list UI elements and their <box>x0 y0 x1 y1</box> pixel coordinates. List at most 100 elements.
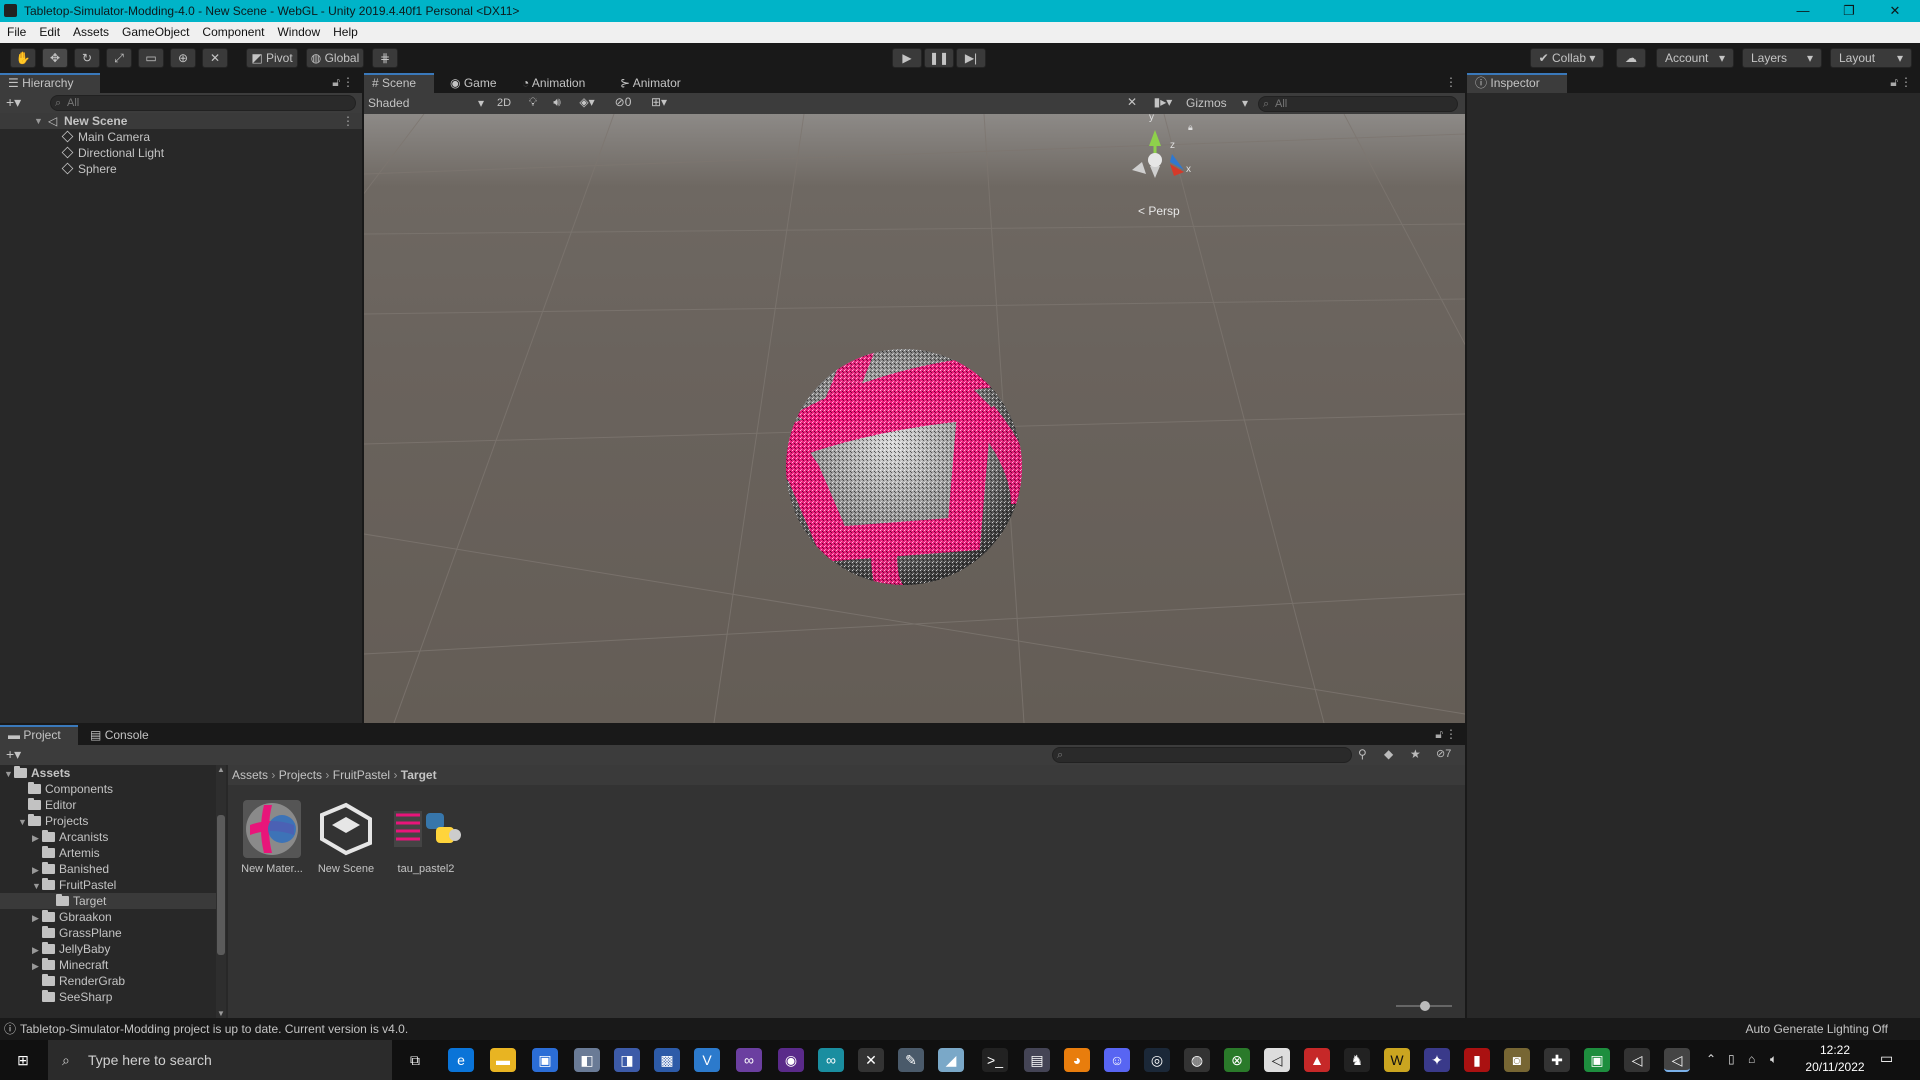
scene-root-item[interactable]: ▼ ◁ New Scene ⋮ <box>0 113 362 129</box>
rect-tool-icon[interactable]: ▭ <box>138 48 164 68</box>
hierarchy-search-input[interactable]: ⌕ All <box>50 95 356 111</box>
global-toggle[interactable]: ◍ Global <box>306 48 364 68</box>
unity-editor-active-icon[interactable]: ◁ <box>1664 1048 1690 1072</box>
shading-mode-dropdown[interactable]: Shaded ▾ <box>368 95 488 111</box>
tab-game[interactable]: ◉ Game <box>442 73 508 93</box>
hierarchy-item[interactable]: Sphere <box>61 161 117 177</box>
expand-arrow-icon[interactable]: ▶ <box>32 830 42 846</box>
github-icon[interactable]: ◉ <box>778 1048 804 1072</box>
tree-item-editor[interactable]: Editor <box>0 797 216 813</box>
scroll-up-arrow-icon[interactable]: ▲ <box>217 765 225 774</box>
asset-scene-thumbnail[interactable] <box>316 799 376 859</box>
expand-arrow-icon[interactable]: ▼ <box>32 878 42 894</box>
transform-tool-icon[interactable]: ⊕ <box>170 48 196 68</box>
tree-item-banished[interactable]: ▶ Banished <box>0 861 216 877</box>
expand-arrow-icon[interactable]: ▶ <box>32 958 42 974</box>
steam-icon[interactable]: ◎ <box>1144 1048 1170 1072</box>
file-explorer-icon[interactable]: ▬ <box>490 1048 516 1072</box>
asset-material-thumbnail[interactable] <box>242 799 302 859</box>
audio-toggle-icon[interactable]: 🔊︎ <box>548 95 566 110</box>
scale-tool-icon[interactable]: ⤢ <box>106 48 132 68</box>
tab-scene[interactable]: # Scene <box>364 73 434 93</box>
minimize-button[interactable]: — <box>1780 0 1826 22</box>
expand-arrow-icon[interactable]: ▼ <box>18 814 28 830</box>
menu-window[interactable]: Window <box>270 22 326 39</box>
tab-console[interactable]: ▤ Console <box>82 725 162 745</box>
step-button[interactable]: ▶| <box>956 48 986 68</box>
filter-type-icon[interactable]: ⚲ <box>1358 747 1367 761</box>
expand-arrow-icon[interactable]: ▼ <box>4 766 14 782</box>
layers-dropdown[interactable]: Layers ▾ <box>1742 48 1822 68</box>
tab-hierarchy[interactable]: ☰ Hierarchy <box>0 73 100 93</box>
tree-item-seesharp[interactable]: SeeSharp <box>0 989 216 1005</box>
add-icon[interactable]: +▾ <box>6 94 21 111</box>
tree-item-jellybaby[interactable]: ▶ JellyBaby <box>0 941 216 957</box>
hidden-packages-toggle[interactable]: ⊘7 <box>1436 747 1451 760</box>
menu-gameobject[interactable]: GameObject <box>115 22 195 39</box>
pause-button[interactable]: ❚❚ <box>924 48 954 68</box>
tree-item-artemis[interactable]: Artemis <box>0 845 216 861</box>
app-icon[interactable]: ◙ <box>1504 1048 1530 1072</box>
store-icon[interactable]: ▣ <box>532 1048 558 1072</box>
terminal-icon[interactable]: >_ <box>982 1048 1008 1072</box>
camera-icon[interactable]: ▮▸▾ <box>1148 95 1178 109</box>
clock-time[interactable]: 12:22 <box>1800 1043 1870 1057</box>
hierarchy-item[interactable]: Directional Light <box>61 145 164 161</box>
expand-arrow-icon[interactable]: ▶ <box>32 910 42 926</box>
visual-studio-icon[interactable]: ∞ <box>736 1048 762 1072</box>
expand-arrow-icon[interactable]: ▶ <box>32 862 42 878</box>
maximize-button[interactable]: ❐ <box>1826 0 1872 22</box>
effects-toggle-icon[interactable]: ◈▾ <box>572 95 602 109</box>
asset-script-thumbnail[interactable] <box>392 799 466 859</box>
grid-snap-icon[interactable]: ⋕ <box>372 48 398 68</box>
breadcrumb-item[interactable]: Projects <box>279 768 322 782</box>
tab-animation[interactable]: ◔ Animation <box>514 73 604 93</box>
filter-label-icon[interactable]: ◆ <box>1384 747 1393 761</box>
network-icon[interactable]: ⌂ <box>1748 1052 1755 1066</box>
lock-icon[interactable]: 🔓︎ <box>332 75 340 90</box>
kebab-menu-icon[interactable]: ⋮ <box>342 75 354 89</box>
slider-handle[interactable] <box>1420 1001 1430 1011</box>
windows-start-icon[interactable]: ⊞ <box>10 1048 36 1072</box>
clock-date[interactable]: 20/11/2022 <box>1800 1060 1870 1074</box>
status-message[interactable]: Tabletop-Simulator-Modding project is up… <box>20 1018 408 1040</box>
tree-item-grassplane[interactable]: GrassPlane <box>0 925 216 941</box>
pivot-toggle[interactable]: ◩ Pivot <box>246 48 298 68</box>
menu-component[interactable]: Component <box>195 22 270 39</box>
hand-tool-icon[interactable]: ✋ <box>10 48 36 68</box>
account-dropdown[interactable]: Account ▾ <box>1656 48 1734 68</box>
task-view-icon[interactable]: ⧉ <box>402 1048 428 1072</box>
tree-item-minecraft[interactable]: ▶ Minecraft <box>0 957 216 973</box>
cloud-icon[interactable]: ☁ <box>1616 48 1646 68</box>
kebab-menu-icon[interactable]: ⋮ <box>1900 75 1912 89</box>
app-icon[interactable]: ▮ <box>1464 1048 1490 1072</box>
lock-icon[interactable]: 🔓︎ <box>1890 75 1898 90</box>
scene-axis-gizmo[interactable] <box>1132 130 1184 178</box>
tab-animator[interactable]: ⊱ Animator <box>612 73 692 93</box>
expand-arrow-icon[interactable]: ▶ <box>32 942 42 958</box>
app-icon[interactable]: ◢ <box>938 1048 964 1072</box>
2d-toggle[interactable]: 2D <box>492 95 516 111</box>
app-icon[interactable]: ▲ <box>1304 1048 1330 1072</box>
unity-editor-icon[interactable]: ◁ <box>1624 1048 1650 1072</box>
menu-file[interactable]: File <box>0 22 32 39</box>
kebab-menu-icon[interactable]: ⋮ <box>1445 75 1457 89</box>
tree-item-gbraakon[interactable]: ▶ Gbraakon <box>0 909 216 925</box>
app-icon[interactable]: ▣ <box>1584 1048 1610 1072</box>
volume-icon[interactable]: 🔈︎ <box>1770 1052 1777 1067</box>
tree-item-target[interactable]: Target <box>0 893 216 909</box>
sphere-object[interactable] <box>784 284 1024 594</box>
menu-assets[interactable]: Assets <box>66 22 115 39</box>
battery-icon[interactable]: ▯ <box>1728 1052 1735 1066</box>
vscode-icon[interactable]: V <box>694 1048 720 1072</box>
tree-item-arcanists[interactable]: ▶ Arcanists <box>0 829 216 845</box>
kebab-menu-icon[interactable]: ⋮ <box>1445 727 1457 741</box>
xbox-icon[interactable]: ⊗ <box>1224 1048 1250 1072</box>
breadcrumb-current[interactable]: Target <box>401 768 437 782</box>
app-icon[interactable]: ◨ <box>614 1048 640 1072</box>
tab-project[interactable]: ▬ Project <box>0 725 78 745</box>
tree-item-projects[interactable]: ▼ Projects <box>0 813 216 829</box>
lighting-toggle-icon[interactable]: 💡︎ <box>524 95 542 110</box>
project-search-input[interactable]: ⌕ <box>1052 747 1352 763</box>
expand-arrow-icon[interactable]: ▼ <box>34 113 44 129</box>
